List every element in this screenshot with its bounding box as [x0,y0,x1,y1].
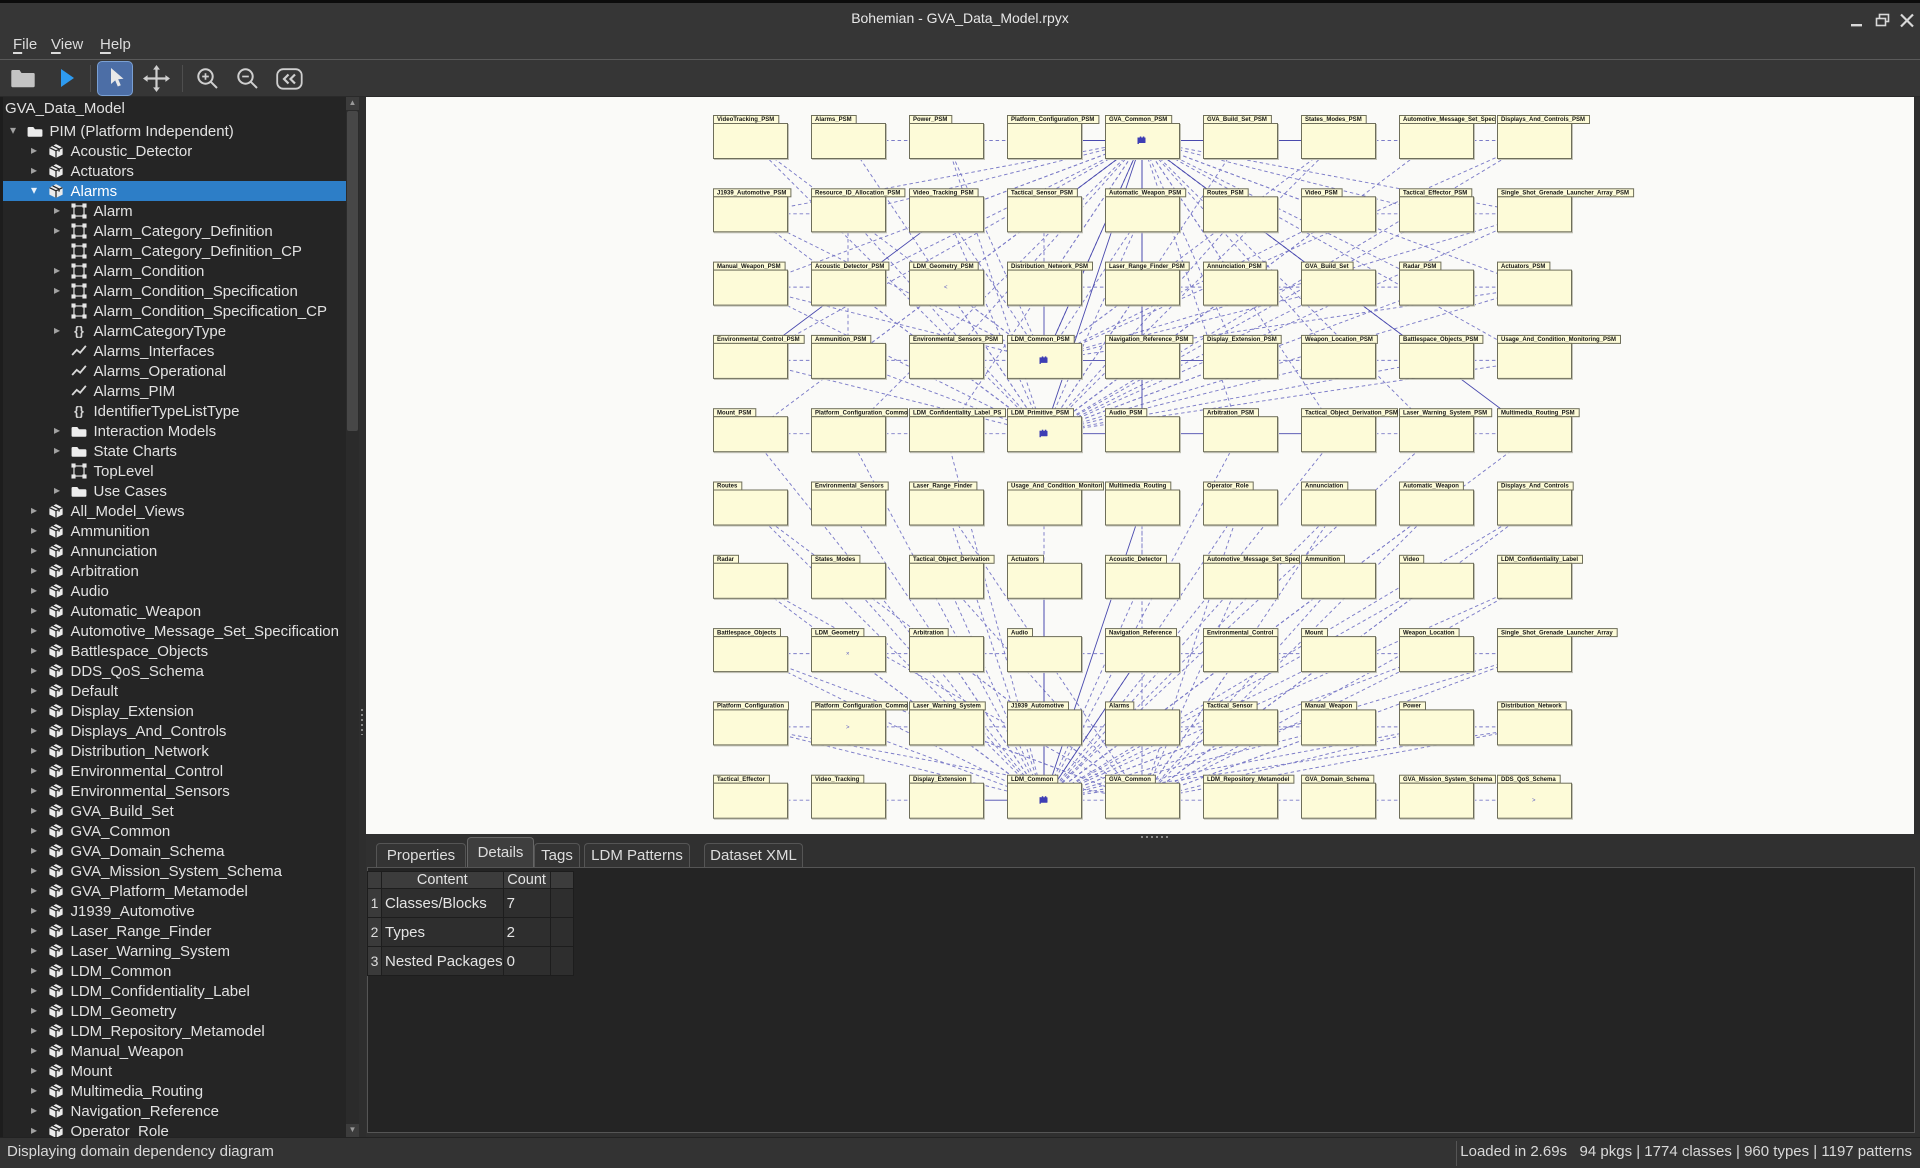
svg-text:Acoustic_Detector_PSM: Acoustic_Detector_PSM [815,264,884,270]
svg-text:LDM_Geometry: LDM_Geometry [815,630,860,636]
svg-text:Environmental_Sensors: Environmental_Sensors [815,484,884,490]
svg-text:Video_Tracking: Video_Tracking [815,777,860,783]
svg-text:Manual_Weapon: Manual_Weapon [1305,704,1353,710]
svg-text:>: > [1532,798,1536,804]
svg-text:Mount_PSM: Mount_PSM [717,410,751,416]
svg-text:Ammunition_PSM: Ammunition_PSM [815,337,866,343]
svg-text:Platform_Configuration: Platform_Configuration [717,704,784,710]
svg-text:Single_Shot_Grenade_Launcher_A: Single_Shot_Grenade_Launcher_Array_PSM [1501,191,1629,197]
svg-text:GVA_Build_Set: GVA_Build_Set [1305,264,1349,270]
svg-text:Automatic_Weapon: Automatic_Weapon [1403,484,1459,490]
svg-text:Actuators_PSM: Actuators_PSM [1501,264,1545,270]
svg-text:GVA_Common: GVA_Common [1109,777,1151,783]
svg-text:Routes: Routes [717,484,738,490]
svg-text:Environmental_Control: Environmental_Control [1207,630,1274,636]
svg-text:LDM_Common: LDM_Common [1011,777,1054,783]
svg-text:Video_PSM: Video_PSM [1305,191,1338,197]
svg-text:LDM_Confidentiality_Label: LDM_Confidentiality_Label [1501,557,1578,563]
svg-text:Battlespace_Objects: Battlespace_Objects [717,630,777,636]
svg-text:×: × [846,652,850,658]
svg-text:<: < [944,285,948,291]
svg-text:Multimedia_Routing: Multimedia_Routing [1109,484,1167,490]
svg-text:States_Modes_PSM: States_Modes_PSM [1305,117,1362,123]
svg-text:Display_Extension: Display_Extension [913,777,967,783]
svg-text:>: > [846,725,850,731]
svg-text:GVA_Common_PSM: GVA_Common_PSM [1109,117,1167,123]
svg-text:Annunciation_PSM: Annunciation_PSM [1207,264,1262,270]
svg-text:GVA_Domain_Schema: GVA_Domain_Schema [1305,777,1370,783]
svg-text:{}: {} [74,405,84,419]
svg-text:Arbitration: Arbitration [913,630,944,636]
svg-text:Tactical_Object_Derivation_PSM: Tactical_Object_Derivation_PSM [1305,410,1398,416]
svg-text:GVA_Build_Set_PSM: GVA_Build_Set_PSM [1207,117,1267,123]
svg-text:Platform_Configuration_Commo: Platform_Configuration_Commo [815,410,908,416]
svg-text:Weapon_Location_PSM: Weapon_Location_PSM [1305,337,1373,343]
svg-text:J1939_Automotive: J1939_Automotive [1011,704,1065,710]
svg-text:Laser_Warning_System: Laser_Warning_System [913,704,981,710]
svg-text:Displays_And_Controls: Displays_And_Controls [1501,484,1569,490]
svg-text:Operator_Role: Operator_Role [1207,484,1249,490]
svg-text:LDM_Confidentiality_Label_PS: LDM_Confidentiality_Label_PS [913,410,1001,416]
svg-text:Platform_Configuration_Commo: Platform_Configuration_Commo [815,704,908,710]
svg-text:Automotive_Message_Set_Spec: Automotive_Message_Set_Spec [1403,117,1496,123]
svg-text:Tactical_Object_Derivation: Tactical_Object_Derivation [913,557,990,563]
svg-text:Usage_And_Condition_Monitoring: Usage_And_Condition_Monitoring_PSM [1501,337,1616,343]
svg-text:Environmental_Control_PSM: Environmental_Control_PSM [717,337,800,343]
svg-text:Radar_PSM: Radar_PSM [1403,264,1436,270]
svg-text:Laser_Range_Finder: Laser_Range_Finder [913,484,973,490]
svg-text:Alarms_PSM: Alarms_PSM [815,117,852,123]
svg-text:Tactical_Effector_PSM: Tactical_Effector_PSM [1403,191,1467,197]
svg-text:DDS_QoS_Schema: DDS_QoS_Schema [1501,777,1556,783]
svg-text:Power: Power [1403,704,1422,710]
svg-text:Single_Shot_Grenade_Launcher_A: Single_Shot_Grenade_Launcher_Array [1501,630,1613,636]
svg-text:Laser_Range_Finder_PSM: Laser_Range_Finder_PSM [1109,264,1185,270]
svg-text:Navigation_Reference: Navigation_Reference [1109,630,1173,636]
svg-text:States_Modes: States_Modes [815,557,856,563]
svg-text:Environmental_Sensors_PSM: Environmental_Sensors_PSM [913,337,998,343]
svg-text:Distribution_Network: Distribution_Network [1501,704,1562,710]
svg-text:Routes_PSM: Routes_PSM [1207,191,1244,197]
svg-text:Resource_ID_Allocation_PSM: Resource_ID_Allocation_PSM [815,191,900,197]
svg-text:Laser_Warning_System_PSM: Laser_Warning_System_PSM [1403,410,1487,416]
svg-text:Battlespace_Objects_PSM: Battlespace_Objects_PSM [1403,337,1478,343]
svg-text:Video: Video [1403,557,1420,563]
svg-text:Alarms: Alarms [1109,704,1130,710]
svg-text:Manual_Weapon_PSM: Manual_Weapon_PSM [717,264,781,270]
svg-text:Navigation_Reference_PSM: Navigation_Reference_PSM [1109,337,1188,343]
svg-text:Tactical_Sensor: Tactical_Sensor [1207,704,1253,710]
svg-text:Mount: Mount [1305,630,1323,636]
svg-text:Automatic_Weapon_PSM: Automatic_Weapon_PSM [1109,191,1181,197]
svg-text:Tactical_Effector: Tactical_Effector [717,777,766,783]
svg-text:LDM_Repository_Metamodel: LDM_Repository_Metamodel [1207,777,1290,783]
svg-text:Radar: Radar [717,557,735,563]
svg-text:LDM_Common_PSM: LDM_Common_PSM [1011,337,1070,343]
svg-text:LDM_Primitive_PSM: LDM_Primitive_PSM [1011,410,1069,416]
svg-text:Power_PSM: Power_PSM [913,117,947,123]
svg-text:Display_Extension_PSM: Display_Extension_PSM [1207,337,1277,343]
svg-text:Weapon_Location: Weapon_Location [1403,630,1455,636]
svg-text:Displays_And_Controls_PSM: Displays_And_Controls_PSM [1501,117,1585,123]
svg-text:Ammunition: Ammunition [1305,557,1340,563]
svg-text:VideoTracking_PSM: VideoTracking_PSM [717,117,774,123]
svg-text:Distribution_Network_PSM: Distribution_Network_PSM [1011,264,1088,270]
svg-text:J1939_Automotive_PSM: J1939_Automotive_PSM [717,191,786,197]
svg-text:Audio_PSM: Audio_PSM [1109,410,1142,416]
svg-text:Video_Tracking_PSM: Video_Tracking_PSM [913,191,974,197]
svg-text:Automotive_Message_Set_Spec: Automotive_Message_Set_Spec [1207,557,1300,563]
svg-text:{}: {} [74,325,84,339]
svg-text:LDM_Geometry_PSM: LDM_Geometry_PSM [913,264,974,270]
svg-text:Multimedia_Routing_PSM: Multimedia_Routing_PSM [1501,410,1575,416]
svg-text:Usage_And_Condition_Monitori: Usage_And_Condition_Monitori [1011,484,1103,490]
svg-text:Arbitration_PSM: Arbitration_PSM [1207,410,1254,416]
svg-text:GVA_Mission_System_Schema: GVA_Mission_System_Schema [1403,777,1493,783]
svg-text:Audio: Audio [1011,630,1028,636]
svg-text:Annunciation: Annunciation [1305,484,1344,490]
svg-text:Tactical_Sensor_PSM: Tactical_Sensor_PSM [1011,191,1073,197]
svg-text:Platform_Configuration_PSM: Platform_Configuration_PSM [1011,117,1094,123]
svg-text:Actuators: Actuators [1011,557,1040,563]
svg-text:Acoustic_Detector: Acoustic_Detector [1109,557,1163,563]
